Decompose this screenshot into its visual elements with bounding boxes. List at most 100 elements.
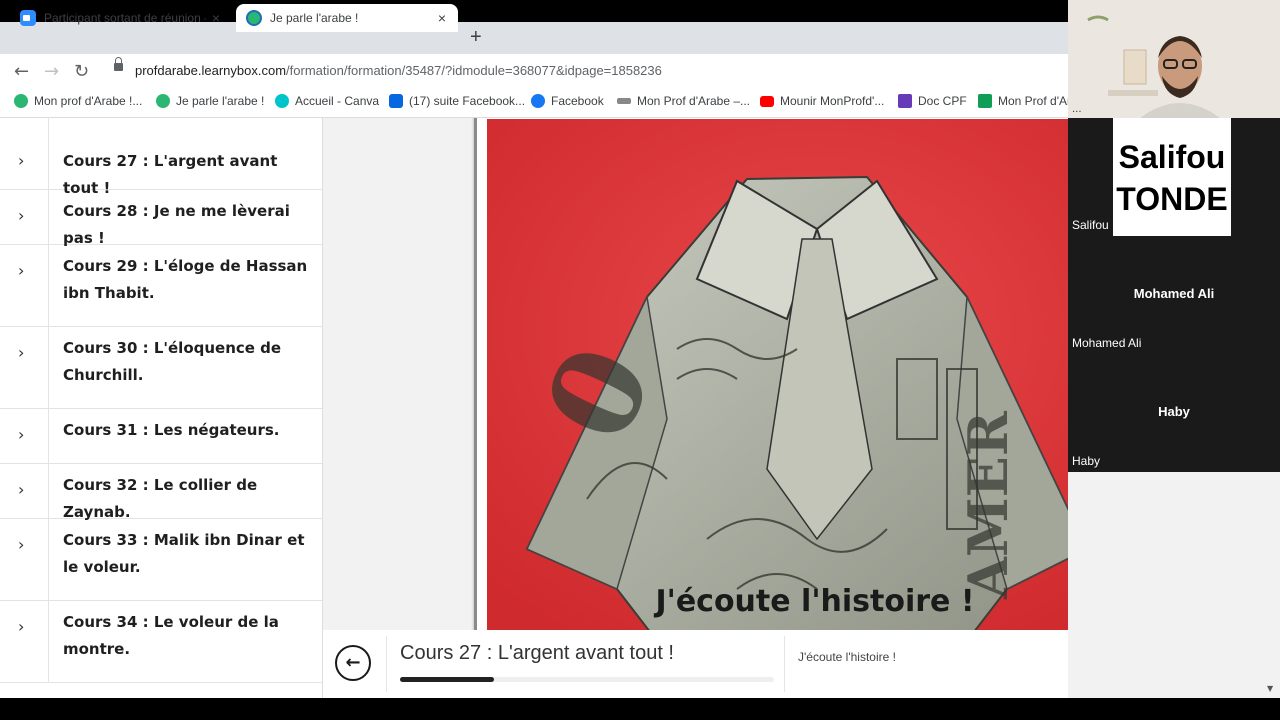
forms-icon [898,94,912,108]
bookmark-mon-prof-ar[interactable]: Mon Prof d'Ar [978,94,1071,108]
participant-tile-haby[interactable]: Haby Haby [1068,354,1280,472]
facebook-icon [531,94,545,108]
participant-name-label: Haby [1072,454,1101,468]
participant-tile-mohamed-ali[interactable]: Mohamed Ali Mohamed Ali [1068,236,1280,354]
origami-dollar-shirt-image: 0 AMER [487,119,1068,641]
chevron-cell: › [0,327,49,409]
page-content: 0 AMER J'écoute l'histoire ! ← Cours 27 … [0,118,1068,698]
sidebar-item-label: Cours 29 : L'éloge de Hassan ibn Thabit. [63,257,308,302]
participant-video-camera: ... [1068,0,1280,118]
meeting-video-panel: ... Salifou TONDE Salifou Mohamed Ali Mo… [1068,0,1280,472]
participant-card-line1: Salifou [1118,139,1226,175]
chevron-cell: › [0,464,49,519]
sidebar-item-label: Cours 34 : Le voleur de la montre. [63,613,279,658]
lesson-heading: J'écoute l'histoire ! [655,584,975,619]
lesson-nav-bar: ← Cours 27 : L'argent avant tout ! J'éco… [322,630,1068,698]
chevron-cell: › [0,409,49,464]
sidebar-item-cours-33[interactable]: › Cours 33 : Malik ibn Dinar et le voleu… [0,519,322,601]
reload-icon[interactable]: ↻ [74,61,89,82]
site-icon [617,98,631,104]
bookmark-label: Mounir MonProfd'... [780,94,885,108]
participant-center-name: Haby [1158,404,1190,419]
chevron-right-icon: › [18,535,25,554]
chevron-cell: › [0,190,49,245]
sidebar-item-cours-34[interactable]: › Cours 34 : Le voleur de la montre. [0,601,322,683]
next-page-label[interactable]: J'écoute l'histoire ! [798,650,896,664]
bookmark-doc-cpf[interactable]: Doc CPF [898,94,967,108]
globe-icon [156,94,170,108]
close-tab-icon[interactable]: × [432,10,452,26]
sidebar-item-cours-28[interactable]: › Cours 28 : Je ne me lèverai pas ! [0,190,322,247]
bookmark-mon-prof-arabe-2[interactable]: Mon Prof d'Arabe –... [617,94,750,108]
sidebar-item-cours-27[interactable]: › Cours 27 : L'argent avant tout ! [0,118,322,197]
lock-icon[interactable] [114,57,123,71]
more-options-icon[interactable]: ... [1072,104,1082,115]
tab-je-parle-arabe[interactable]: Je parle l'arabe ! × [236,4,458,32]
bookmark-label: Mon Prof d'Ar [998,94,1071,108]
url-host: profdarabe.learnybox.com [135,63,287,78]
bookmark-suite-facebook[interactable]: (17) suite Facebook... [389,94,525,108]
chevron-right-icon: › [18,480,25,499]
previous-button[interactable]: ← [335,645,371,681]
bookmark-je-parle-arabe[interactable]: Je parle l'arabe ! [156,94,264,108]
participant-center-name: Mohamed Ali [1133,286,1215,301]
chevron-right-icon: › [18,617,25,636]
forward-arrow-icon[interactable]: → [44,61,59,82]
bookmark-mon-prof-arabe[interactable]: Mon prof d'Arabe !... [14,94,142,108]
sidebar-item-cours-31[interactable]: › Cours 31 : Les négateurs. [0,409,322,464]
bookmark-facebook[interactable]: Facebook [531,94,604,108]
lesson-image-frame: 0 AMER [474,118,1068,660]
progress-fill [400,677,494,682]
sidebar-item-cours-29[interactable]: › Cours 29 : L'éloge de Hassan ibn Thabi… [0,245,322,327]
divider [386,636,387,692]
globe-icon [246,10,262,26]
zoom-icon [20,10,36,26]
bookmark-label: Accueil - Canva [295,94,380,108]
sidebar-item-label: Cours 30 : L'éloquence de Churchill. [63,339,282,384]
chevron-cell: › [0,519,49,601]
sidebar-item-cours-30[interactable]: › Cours 30 : L'éloquence de Churchill. [0,327,322,409]
chevron-right-icon: › [18,206,25,225]
new-tab-button[interactable]: + [470,26,482,49]
participant-name-label: Salifou [1072,218,1109,232]
bookmark-label: (17) suite Facebook... [409,94,526,108]
youtube-icon [760,95,774,107]
tab-zoom-meeting[interactable]: Participant sortant de réunion - Z × [10,4,232,32]
page-background-right [1068,472,1280,698]
participant-card-line2: TONDE [1116,181,1228,217]
bookmark-label: Facebook [551,94,604,108]
bookmark-label: Mon Prof d'Arabe –... [637,94,751,108]
chevron-cell: › [0,118,49,190]
sidebar-item-cours-32[interactable]: › Cours 32 : Le collier de Zaynab. [0,464,322,521]
participant-tile-salifou[interactable]: Salifou TONDE Salifou [1068,118,1280,236]
globe-icon [14,94,28,108]
participant-name-label: Mohamed Ali [1072,336,1142,350]
chevron-right-icon: › [18,425,25,444]
divider [784,636,785,692]
url-path: /formation/formation/35487/?idmodule=368… [286,63,662,78]
back-arrow-icon[interactable]: ← [14,61,29,82]
tab-title: Je parle l'arabe ! [270,11,359,25]
chevron-cell: › [0,245,49,327]
sidebar-item-label: Cours 33 : Malik ibn Dinar et le voleur. [63,531,305,576]
course-sidebar: › Cours 27 : L'argent avant tout ! › Cou… [0,118,323,698]
sheets-icon [978,94,992,108]
bookmark-label: Doc CPF [918,94,967,108]
chevron-right-icon: › [18,343,25,362]
sidebar-item-label: Cours 28 : Je ne me lèverai pas ! [63,202,290,247]
scroll-down-arrow-icon[interactable]: ▼ [1267,684,1273,693]
arrow-left-icon: ← [345,652,361,673]
chevron-right-icon: › [18,261,25,280]
chevron-cell: › [0,601,49,683]
meta-icon [389,94,403,108]
svg-text:AMER: AMER [956,410,1020,600]
bookmark-canva[interactable]: Accueil - Canva [275,94,379,108]
close-tab-icon[interactable]: × [206,10,226,26]
sidebar-item-label: Cours 31 : Les négateurs. [63,421,280,439]
bookmarks-bar: Mon prof d'Arabe !... Je parle l'arabe !… [0,88,1071,118]
bookmark-label: Je parle l'arabe ! [176,94,265,108]
participant-name-card: Salifou TONDE [1113,118,1231,236]
tab-title: Participant sortant de réunion - Z [44,11,206,25]
bookmark-youtube[interactable]: Mounir MonProfd'... [760,94,884,108]
url-field[interactable]: profdarabe.learnybox.com/formation/forma… [135,63,662,78]
